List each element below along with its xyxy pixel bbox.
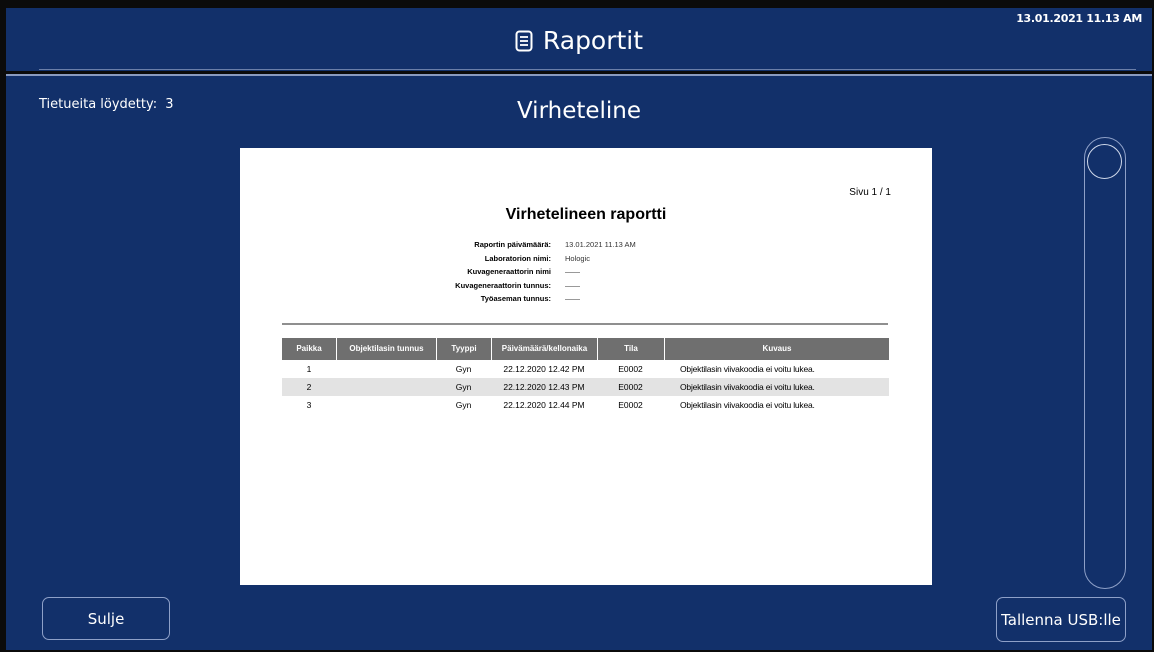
meta-row: Raportin päivämäärä: 13.01.2021 11.13 AM: [240, 240, 932, 254]
cell-paikka: 2: [282, 378, 336, 396]
error-table: Paikka Objektilasin tunnus Tyyppi Päiväm…: [282, 338, 889, 414]
cell-tyyppi: Gyn: [436, 378, 491, 396]
meta-label: Työaseman tunnus:: [480, 294, 551, 304]
cell-aika: 22.12.2020 12.42 PM: [503, 364, 585, 374]
clock: 13.01.2021 11.13 AM: [1016, 12, 1142, 25]
cell-tila: E0002: [618, 400, 643, 410]
meta-label: Kuvageneraattorin tunnus:: [455, 280, 551, 290]
report-preview: Sivu 1 / 1 Virhetelineen raportti Raport…: [240, 148, 932, 585]
column-header: Kuvaus: [664, 338, 889, 360]
cell-paikka: 1: [306, 364, 312, 374]
table-row: 3 Gyn 22.12.2020 12.44 PM E0002 Objektil…: [282, 396, 889, 414]
report-divider: [282, 323, 888, 325]
cell-tunnus: [336, 360, 436, 378]
scrollbar-track[interactable]: [1084, 137, 1126, 589]
column-header: Objektilasin tunnus: [336, 338, 436, 360]
page-title: Virheteline: [516, 98, 642, 124]
cell-kuvaus: Objektilasin viivakoodia ei voitu lukea.: [680, 400, 815, 410]
page-number: Sivu 1 / 1: [849, 187, 891, 198]
meta-label: Raportin päivämäärä:: [474, 240, 551, 249]
table-row: 2 Gyn 22.12.2020 12.43 PM E0002 Objektil…: [282, 378, 889, 396]
header-title-text: Raportit: [542, 26, 644, 55]
column-header: Tyyppi: [436, 338, 491, 360]
cell-kuvaus: Objektilasin viivakoodia ei voitu lukea.: [680, 364, 815, 374]
table-row: 1 Gyn 22.12.2020 12.42 PM E0002 Objektil…: [282, 360, 889, 378]
cell-tila: E0002: [618, 364, 643, 374]
cell-kuvaus: Objektilasin viivakoodia ei voitu lukea.: [664, 378, 889, 396]
meta-row: Kuvageneraattorin tunnus: ——: [240, 281, 932, 295]
scrollbar-thumb[interactable]: [1087, 144, 1122, 179]
meta-label: Laboratorion nimi:: [484, 253, 551, 263]
cell-aika: 22.12.2020 12.43 PM: [491, 378, 597, 396]
cell-tyyppi: Gyn: [455, 400, 472, 410]
column-header: Päivämäärä/kellonaika: [491, 338, 597, 360]
document-icon: [515, 29, 533, 58]
meta-row: Työaseman tunnus: ——: [240, 294, 932, 308]
main-panel: Tietueita löydetty: 3 Virheteline Sivu 1…: [6, 74, 1152, 650]
app-header: Raportit 13.01.2021 11.13 AM: [6, 8, 1152, 71]
table-header-row: Paikka Objektilasin tunnus Tyyppi Päiväm…: [282, 338, 889, 360]
cell-paikka: 3: [306, 400, 312, 410]
header-divider: [39, 69, 1136, 70]
meta-value: 13.01.2021 11.13 AM: [565, 240, 636, 249]
cell-tunnus: [336, 378, 436, 396]
meta-value: Hologic: [565, 253, 591, 263]
meta-value: ——: [565, 294, 580, 304]
column-header: Paikka: [282, 338, 336, 360]
report-title: Virhetelineen raportti: [505, 206, 667, 223]
cell-tyyppi: Gyn: [455, 364, 472, 374]
cell-tila: E0002: [597, 378, 664, 396]
meta-value: ——: [565, 267, 580, 277]
meta-value: ——: [565, 280, 580, 290]
cell-tunnus: [336, 396, 436, 414]
meta-row: Laboratorion nimi: Hologic: [240, 254, 932, 268]
cell-aika: 22.12.2020 12.44 PM: [503, 400, 585, 410]
meta-label: Kuvageneraattorin nimi: [467, 267, 551, 277]
close-button[interactable]: Sulje: [42, 597, 170, 640]
column-header: Tila: [597, 338, 664, 360]
meta-row: Kuvageneraattorin nimi ——: [240, 267, 932, 281]
report-meta: Raportin päivämäärä: 13.01.2021 11.13 AM…: [240, 240, 932, 308]
header-title: Raportit: [6, 26, 1152, 58]
save-usb-button[interactable]: Tallenna USB:lle: [996, 597, 1126, 642]
